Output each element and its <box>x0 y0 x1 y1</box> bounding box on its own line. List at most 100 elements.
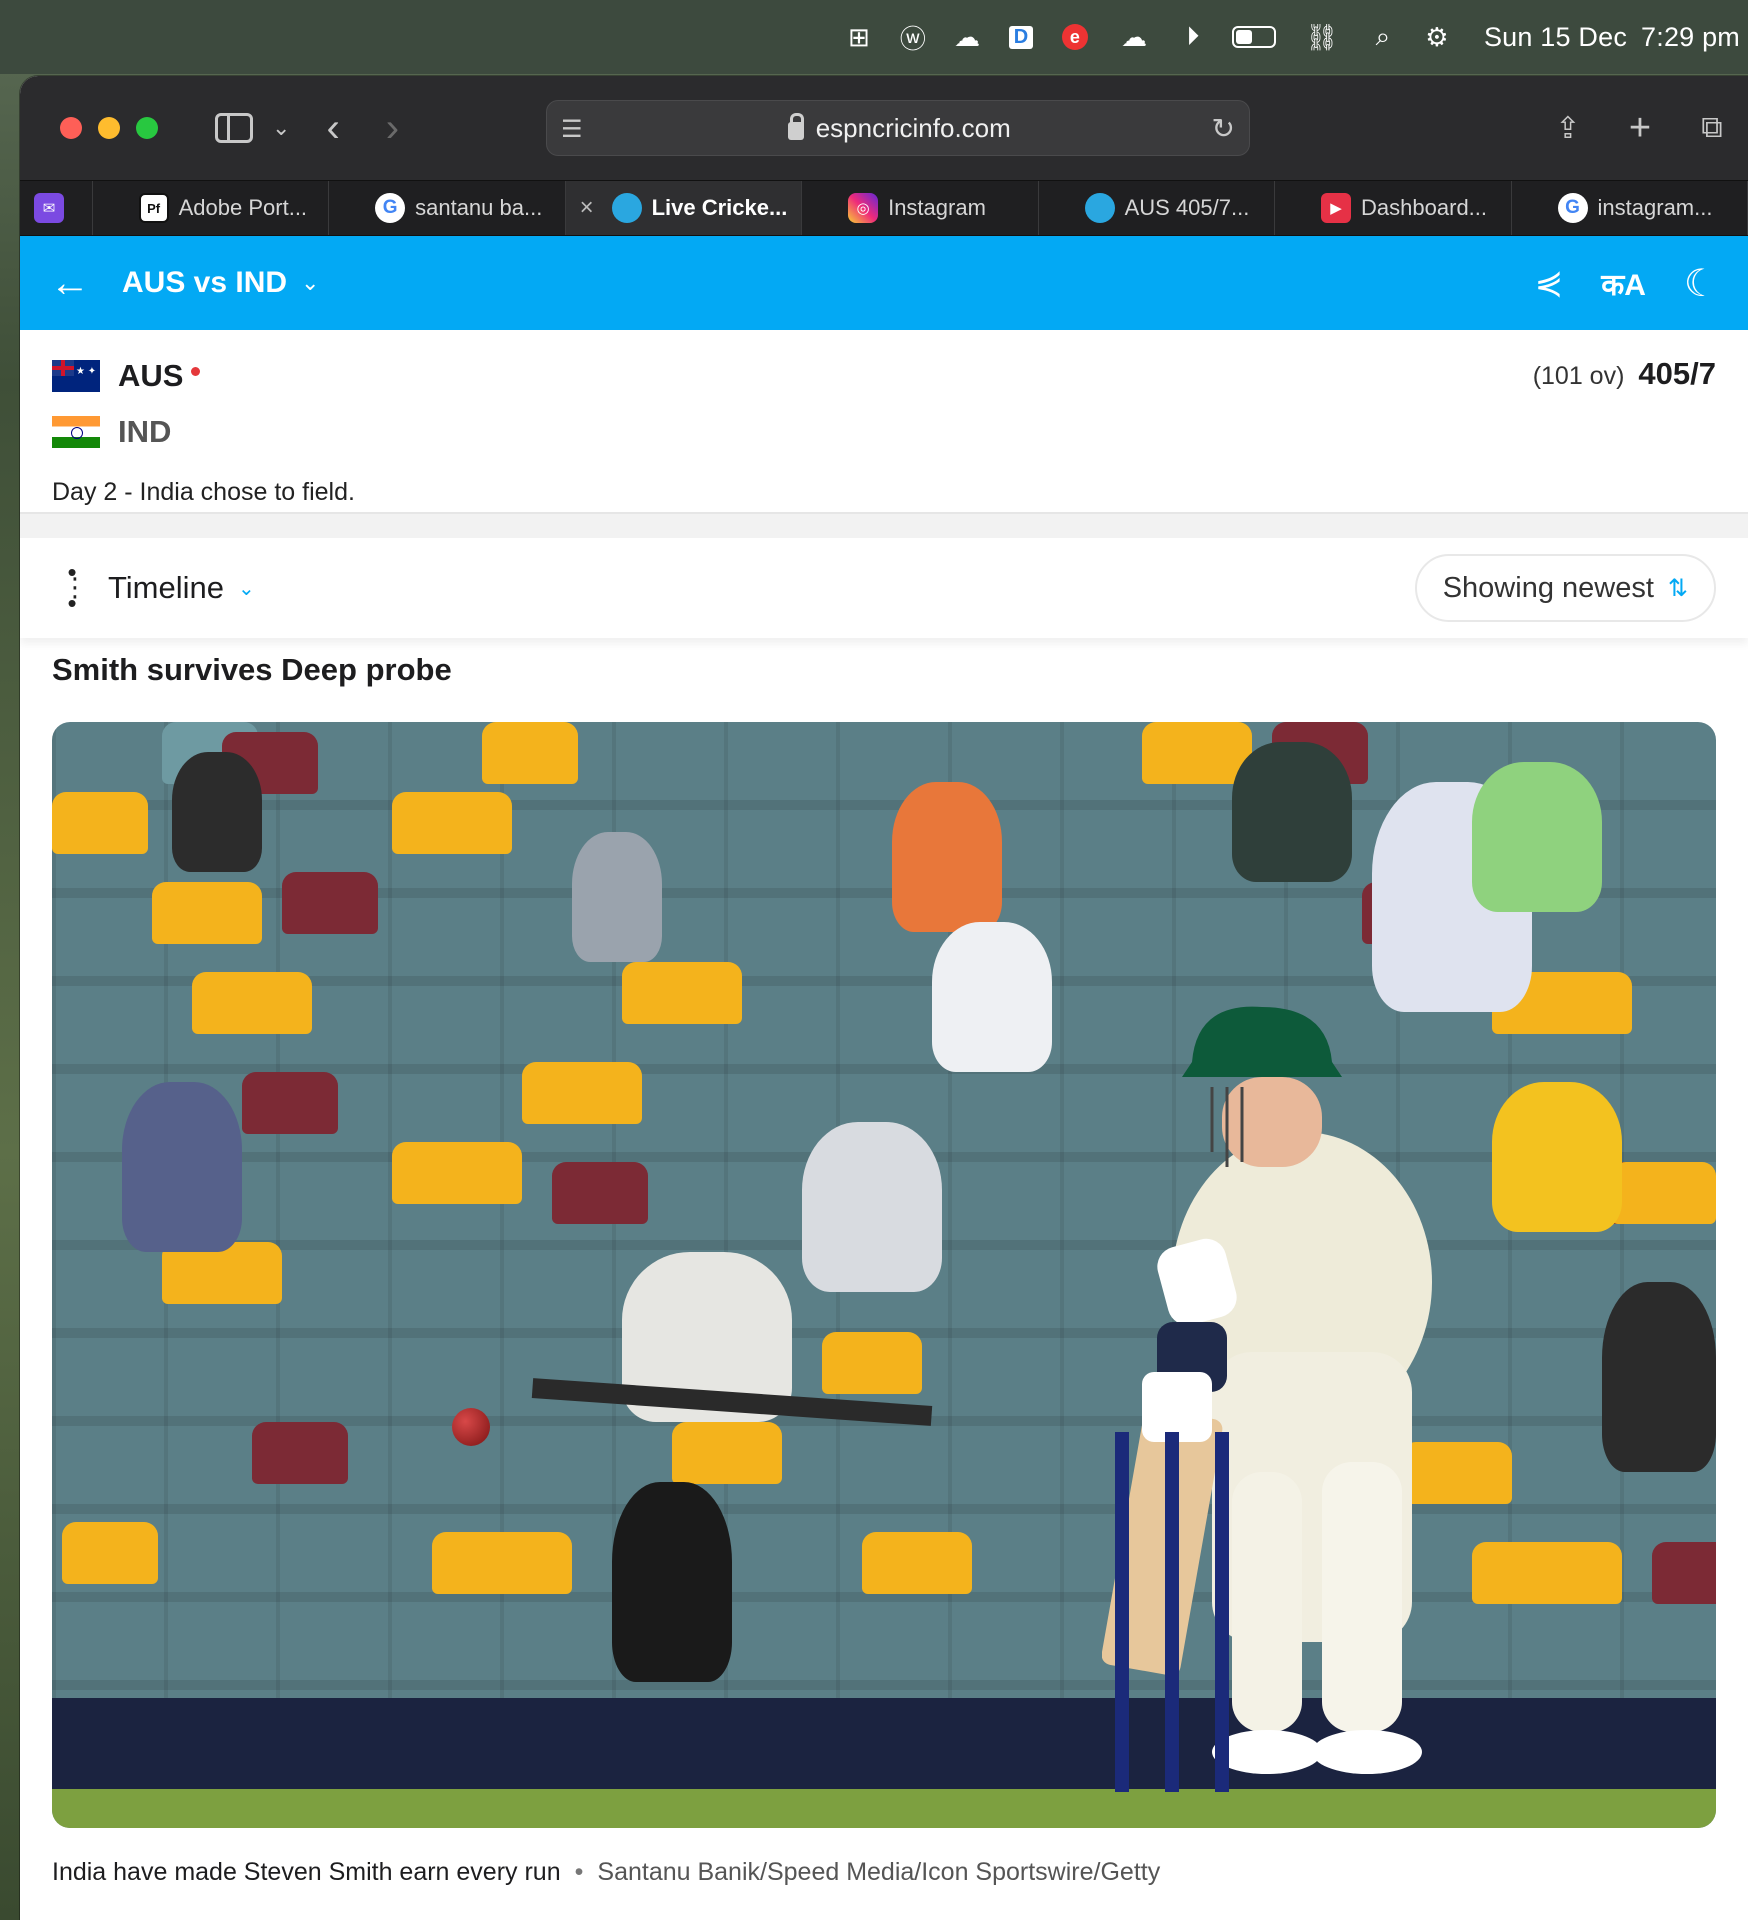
back-arrow-icon[interactable]: ← <box>50 261 90 306</box>
timeline-bar: • ⋮ • Timeline ⌄ Showing newest ⇅ <box>20 538 1748 638</box>
seat <box>192 972 312 1034</box>
language-icon[interactable]: कA <box>1601 256 1646 310</box>
article-photo[interactable] <box>52 722 1716 1828</box>
article-headline[interactable]: Smith survives Deep probe <box>52 652 1716 688</box>
onedrive-icon[interactable]: ☁ <box>1102 0 1166 74</box>
spectator <box>1492 1082 1622 1232</box>
address-bar[interactable]: ☰ espncricinfo.com ↻ <box>546 100 1250 156</box>
tab-label: Adobe Port... <box>178 195 308 220</box>
tab-mail[interactable]: ✉ <box>20 181 93 235</box>
google-icon: G <box>375 193 406 223</box>
browser-window: ⌄ ‹ › ☰ espncricinfo.com ↻ ⇪ + ⧉ ✉ Pf Ad… <box>20 76 1748 1920</box>
tab-label: instagram... <box>1597 195 1713 220</box>
menu-clock[interactable]: Sun 15 Dec 7:29 pm <box>1484 22 1740 53</box>
tab-instagram[interactable]: ◎ Instagram <box>802 181 1039 235</box>
tab-label: santanu ba... <box>415 195 543 220</box>
drag-handle-icon[interactable]: • ⋮ • <box>62 559 88 616</box>
cricinfo-icon <box>1084 193 1115 223</box>
australia-flag-icon <box>52 360 100 392</box>
tab-adobe-portfolio[interactable]: Pf Adobe Port... <box>93 181 330 235</box>
seat <box>252 1422 348 1484</box>
spectator <box>612 1482 732 1682</box>
spectator <box>932 922 1052 1072</box>
score-line: (101 ov) 405/7 <box>1533 356 1716 392</box>
lock-icon <box>787 113 804 140</box>
chevron-down-icon[interactable]: ⌄ <box>272 98 290 158</box>
control-center-icon[interactable]: ⚙ <box>1410 0 1464 74</box>
tab-live-cricket[interactable]: × Live Cricke... <box>565 181 803 235</box>
seat <box>392 792 512 854</box>
overs: (101 ov) <box>1532 362 1625 390</box>
section-divider <box>20 514 1748 538</box>
score: 405/7 <box>1638 356 1716 391</box>
reader-icon[interactable]: ☰ <box>561 115 587 143</box>
tab-bar: ✉ Pf Adobe Port... G santanu ba... × Liv… <box>20 180 1748 236</box>
tab-label: Live Cricke... <box>651 195 788 220</box>
tab-label: AUS 405/7... <box>1124 195 1250 220</box>
dashboard-icon: ▶ <box>1321 193 1352 223</box>
spectator <box>122 1082 242 1252</box>
timeline-label[interactable]: Timeline <box>108 570 224 606</box>
spectator <box>892 782 1002 932</box>
search-icon[interactable]: ⌕ <box>1356 0 1410 74</box>
scorecard: AUS IND (101 ov) 405/7 Day 2 - India cho… <box>20 330 1748 514</box>
team-row-aus: AUS <box>52 348 1716 404</box>
reload-icon[interactable]: ↻ <box>1212 112 1235 145</box>
spectator <box>1602 1282 1716 1472</box>
team-name: IND <box>118 414 172 449</box>
menu-date: Sun 15 Dec <box>1483 21 1628 52</box>
w-icon[interactable]: ⓦ <box>886 0 940 74</box>
tab-overview-icon[interactable]: ⧉ <box>1676 98 1748 158</box>
chevron-down-icon[interactable]: ⌄ <box>238 576 255 601</box>
tab-google-instagram[interactable]: G instagram... <box>1512 181 1748 235</box>
google-icon: G <box>1557 193 1588 223</box>
seat <box>672 1422 782 1484</box>
play-icon[interactable]: ⏵ <box>1166 0 1220 74</box>
tab-dashboard[interactable]: ▶ Dashboard... <box>1275 181 1512 235</box>
seat <box>1612 1162 1716 1224</box>
photo-caption: India have made Steven Smith earn every … <box>52 1858 1716 1887</box>
link-icon[interactable]: ⛓ <box>1288 0 1356 74</box>
tab-google-search-santanu[interactable]: G santanu ba... <box>329 181 566 235</box>
menu-time: 7:29 pm <box>1641 21 1740 52</box>
url-display[interactable]: espncricinfo.com <box>587 113 1212 144</box>
d-app-icon[interactable]: D <box>994 0 1048 74</box>
zoom-window-button[interactable] <box>136 117 158 139</box>
menu-bar: ⊞ ⓦ ☁ D e ☁ ⏵ ⛓ ⌕ ⚙ Sun 15 Dec 7:29 pm <box>0 0 1748 74</box>
seat <box>822 1332 922 1394</box>
india-flag-icon <box>52 416 100 448</box>
close-window-button[interactable] <box>60 117 82 139</box>
match-title[interactable]: AUS vs IND <box>122 266 287 300</box>
share-icon[interactable]: ⋞ <box>1535 256 1564 310</box>
match-status: Day 2 - India chose to field. <box>52 478 355 506</box>
seat <box>522 1062 642 1124</box>
cloud-sync-icon[interactable]: ☁ <box>940 0 994 74</box>
chevron-down-icon[interactable]: ⌄ <box>301 270 319 296</box>
match-header: ← AUS vs IND ⌄ ⋞ कA ☾ <box>20 236 1748 330</box>
e-app-icon[interactable]: e <box>1048 0 1102 74</box>
tab-aus-score[interactable]: AUS 405/7... <box>1039 181 1276 235</box>
sidebar-toggle-icon[interactable] <box>214 98 254 158</box>
sort-label: Showing newest <box>1442 571 1654 604</box>
close-tab-icon[interactable]: × <box>580 194 594 222</box>
seat <box>282 872 378 934</box>
share-icon[interactable]: ⇪ <box>1532 98 1604 158</box>
new-tab-icon[interactable]: + <box>1604 98 1676 158</box>
adobe-portfolio-icon: Pf <box>138 193 169 223</box>
dark-mode-icon[interactable]: ☾ <box>1684 256 1718 310</box>
seat <box>622 962 742 1024</box>
cricket-ball <box>452 1408 490 1446</box>
seat <box>392 1142 522 1204</box>
spectator <box>802 1122 942 1292</box>
spectator <box>172 752 262 872</box>
caption-text: India have made Steven Smith earn every … <box>52 1858 561 1886</box>
seat <box>552 1162 648 1224</box>
battery-icon[interactable] <box>1220 0 1288 74</box>
forward-icon[interactable]: › <box>386 98 399 158</box>
seat <box>862 1532 972 1594</box>
minimize-window-button[interactable] <box>98 117 120 139</box>
launchpad-icon[interactable]: ⊞ <box>832 0 886 74</box>
sort-button[interactable]: Showing newest ⇅ <box>1414 554 1716 622</box>
team-name: AUS <box>118 358 184 393</box>
back-icon[interactable]: ‹ <box>326 98 339 158</box>
